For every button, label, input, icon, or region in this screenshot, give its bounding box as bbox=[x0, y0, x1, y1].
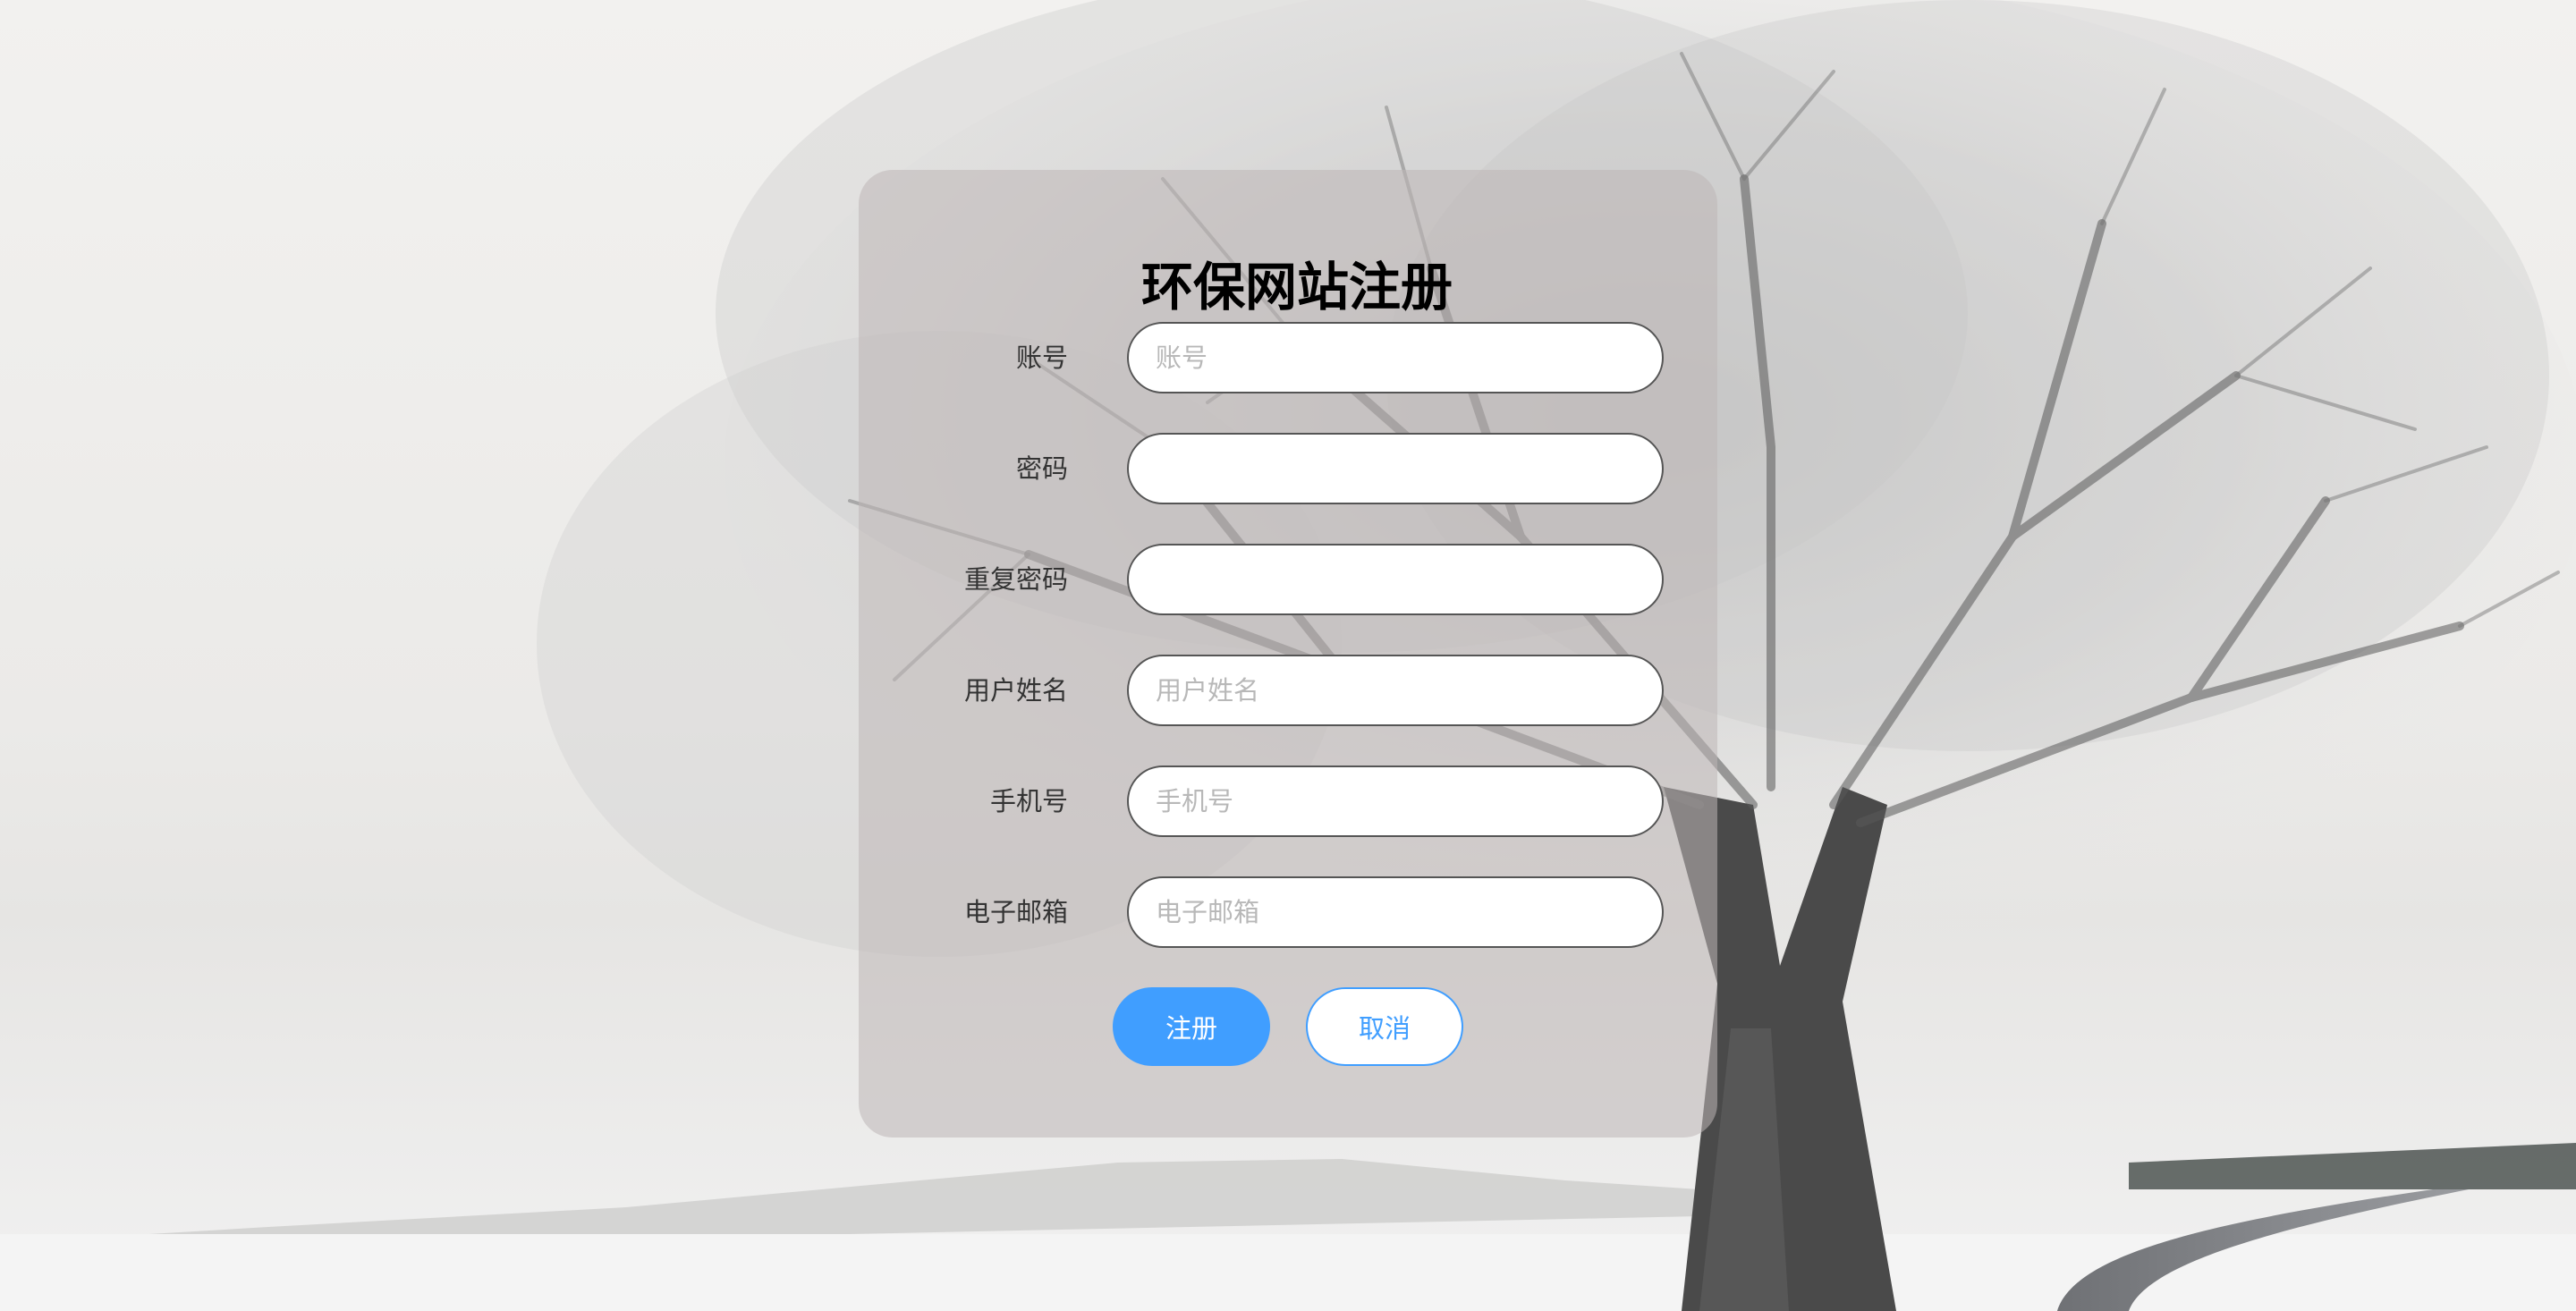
username-input[interactable] bbox=[1127, 655, 1664, 726]
form-row-phone: 手机号 bbox=[859, 765, 1717, 837]
register-button[interactable]: 注册 bbox=[1113, 987, 1270, 1066]
form-row-email: 电子邮箱 bbox=[859, 876, 1717, 948]
form-row-password: 密码 bbox=[859, 433, 1717, 504]
register-card: 环保网站注册 账号 密码 重复密码 用户姓名 手机号 电子邮箱 注册 取消 bbox=[859, 170, 1717, 1138]
repeat-password-input[interactable] bbox=[1127, 544, 1664, 615]
form-row-repeat-password: 重复密码 bbox=[859, 544, 1717, 615]
username-label: 用户姓名 bbox=[963, 675, 1068, 706]
account-label: 账号 bbox=[1015, 343, 1068, 373]
email-label: 电子邮箱 bbox=[963, 897, 1068, 927]
password-label: 密码 bbox=[1015, 453, 1068, 484]
form-row-username: 用户姓名 bbox=[859, 655, 1717, 726]
form-row-account: 账号 bbox=[859, 322, 1717, 393]
page-title: 环保网站注册 bbox=[1140, 257, 1453, 317]
password-input[interactable] bbox=[1127, 433, 1664, 504]
phone-input[interactable] bbox=[1127, 765, 1664, 837]
cancel-button[interactable]: 取消 bbox=[1306, 987, 1463, 1066]
phone-label: 手机号 bbox=[989, 786, 1068, 816]
account-input[interactable] bbox=[1127, 322, 1664, 393]
email-input[interactable] bbox=[1127, 876, 1664, 948]
repeat-password-label: 重复密码 bbox=[963, 564, 1068, 595]
